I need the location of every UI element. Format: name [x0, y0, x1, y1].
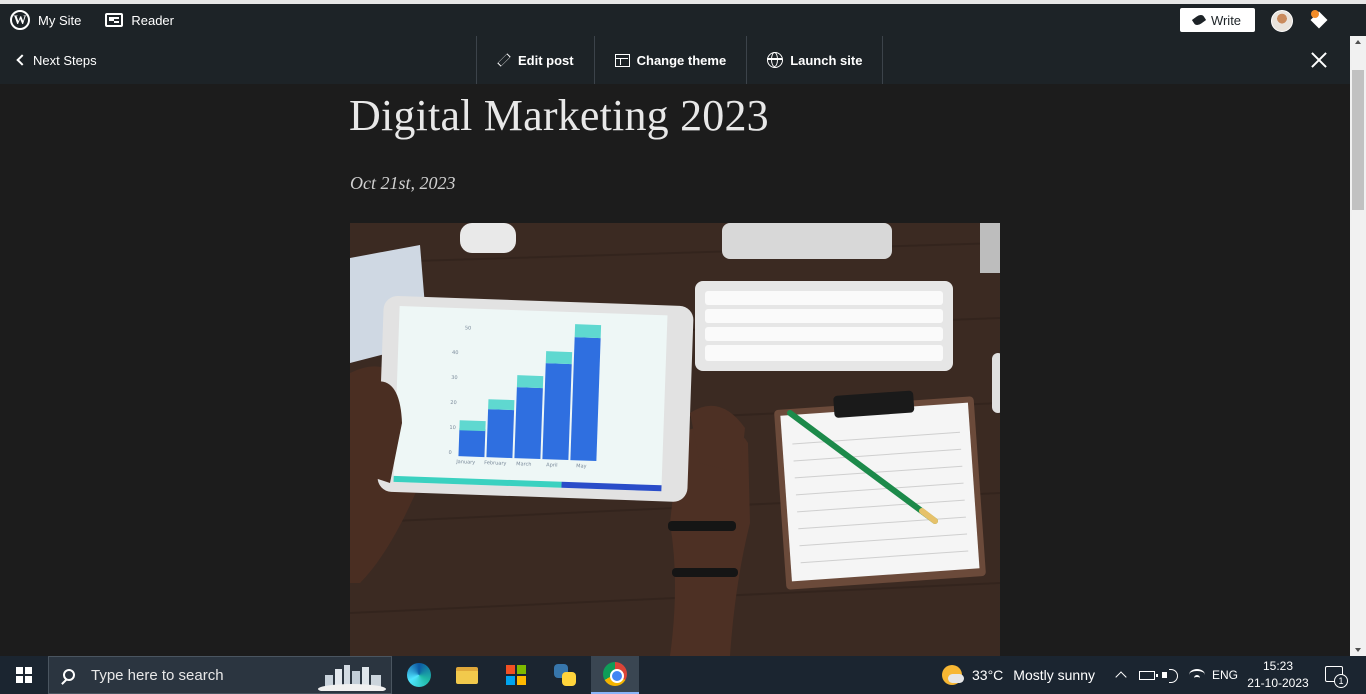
my-site-link[interactable]: W My Site: [0, 4, 91, 36]
clock-time: 15:23: [1262, 659, 1294, 673]
sun-icon: [942, 665, 964, 685]
clock-date: 21-10-2023: [1247, 676, 1309, 690]
unread-dot: [1311, 10, 1319, 18]
post-content: Digital Marketing 2023 Oct 21st, 2023 0 …: [0, 84, 1350, 656]
scrollbar[interactable]: [1350, 36, 1366, 656]
tablet-chart-y-tick: 30: [451, 375, 458, 381]
python-icon: [554, 664, 576, 686]
taskbar-search[interactable]: Type here to search: [48, 656, 392, 694]
post-date: Oct 21st, 2023: [350, 173, 456, 193]
tray-battery[interactable]: [1139, 656, 1158, 694]
tablet-chart-x-label: February: [484, 460, 506, 467]
chevron-up-icon: [1115, 671, 1127, 683]
wordpress-logo-icon: W: [10, 10, 30, 30]
taskbar-edge[interactable]: [395, 656, 443, 694]
edit-post-button[interactable]: Edit post: [477, 36, 595, 84]
featured-image: 0 10 20 30 40 50 January February March …: [350, 223, 1000, 656]
taskbar-python[interactable]: [541, 656, 589, 694]
tablet-chart-x-label: March: [516, 461, 531, 468]
reader-link[interactable]: Reader: [95, 4, 184, 36]
taskbar-chrome[interactable]: [591, 656, 639, 694]
search-placeholder: Type here to search: [91, 666, 224, 684]
pencil-icon: [497, 53, 511, 67]
city-skyline-icon: [318, 665, 386, 691]
taskbar-store[interactable]: [492, 656, 540, 694]
windows-start-icon[interactable]: [16, 667, 32, 683]
folder-icon: [456, 666, 478, 684]
change-theme-button[interactable]: Change theme: [595, 36, 748, 84]
avatar[interactable]: [1271, 10, 1293, 32]
preview-toolbar: Next Steps Edit post Change theme Launch…: [0, 36, 1350, 84]
weather-temp: 33°C: [972, 667, 1004, 683]
featured-image-illustration: 0 10 20 30 40 50 January February March …: [350, 223, 1000, 656]
tablet-chart-y-tick: 50: [465, 325, 472, 331]
scroll-down-arrow-icon[interactable]: [1355, 648, 1361, 652]
weather-widget[interactable]: 33°C Mostly sunny: [942, 656, 1095, 694]
next-steps-label: Next Steps: [33, 52, 97, 68]
taskbar-clock[interactable]: 15:23 21-10-2023: [1244, 658, 1312, 692]
scrollbar-thumb[interactable]: [1352, 70, 1364, 210]
edge-icon: [407, 663, 431, 687]
tray-volume[interactable]: [1162, 656, 1178, 694]
weather-desc: Mostly sunny: [1013, 667, 1095, 683]
tablet-chart-x-label: April: [546, 462, 558, 468]
launch-site-button[interactable]: Launch site: [747, 36, 884, 84]
close-icon[interactable]: [1310, 51, 1328, 69]
tray-overflow[interactable]: [1115, 656, 1127, 694]
windows-taskbar: Type here to search 33°C Mostly sunny EN…: [0, 656, 1366, 694]
speaker-icon: [1162, 668, 1178, 683]
next-steps-link[interactable]: Next Steps: [16, 36, 97, 84]
change-theme-label: Change theme: [636, 52, 727, 68]
globe-icon: [767, 52, 784, 68]
tray-language[interactable]: ENG: [1212, 656, 1238, 694]
chrome-icon: [603, 662, 627, 686]
notification-center-icon[interactable]: 1: [1325, 666, 1348, 688]
edit-post-label: Edit post: [518, 52, 574, 68]
my-site-label: My Site: [38, 12, 82, 28]
taskbar-file-explorer[interactable]: [443, 656, 491, 694]
reader-label: Reader: [131, 12, 174, 28]
tablet-chart-y-tick: 40: [452, 350, 459, 356]
scroll-up-arrow-icon[interactable]: [1355, 40, 1361, 44]
pen-icon: [1191, 12, 1207, 28]
write-button[interactable]: Write: [1180, 8, 1255, 32]
notification-count-badge: 1: [1334, 674, 1348, 688]
battery-icon: [1139, 670, 1158, 680]
tablet-chart-y-tick: 10: [449, 425, 456, 431]
language-label: ENG: [1212, 668, 1239, 682]
chevron-left-icon: [16, 54, 28, 66]
tablet-chart-y-tick: 0: [448, 450, 451, 456]
post-title: Digital Marketing 2023: [349, 91, 769, 140]
reader-icon: [105, 13, 124, 27]
masterbar: W My Site Reader Write: [0, 0, 1366, 36]
write-label: Write: [1210, 12, 1242, 28]
wifi-icon: [1189, 669, 1205, 681]
store-icon: [506, 665, 526, 685]
tablet-chart-x-label: May: [576, 463, 587, 469]
notifications-button[interactable]: [1309, 10, 1333, 32]
tray-network[interactable]: [1189, 656, 1205, 694]
layout-icon: [614, 53, 630, 67]
tablet-chart-y-tick: 20: [450, 400, 457, 406]
search-icon: [63, 669, 75, 681]
toolbar-actions: Edit post Change theme Launch site: [476, 36, 884, 84]
launch-site-label: Launch site: [790, 52, 863, 68]
tablet-chart-x-label: January: [455, 459, 475, 466]
